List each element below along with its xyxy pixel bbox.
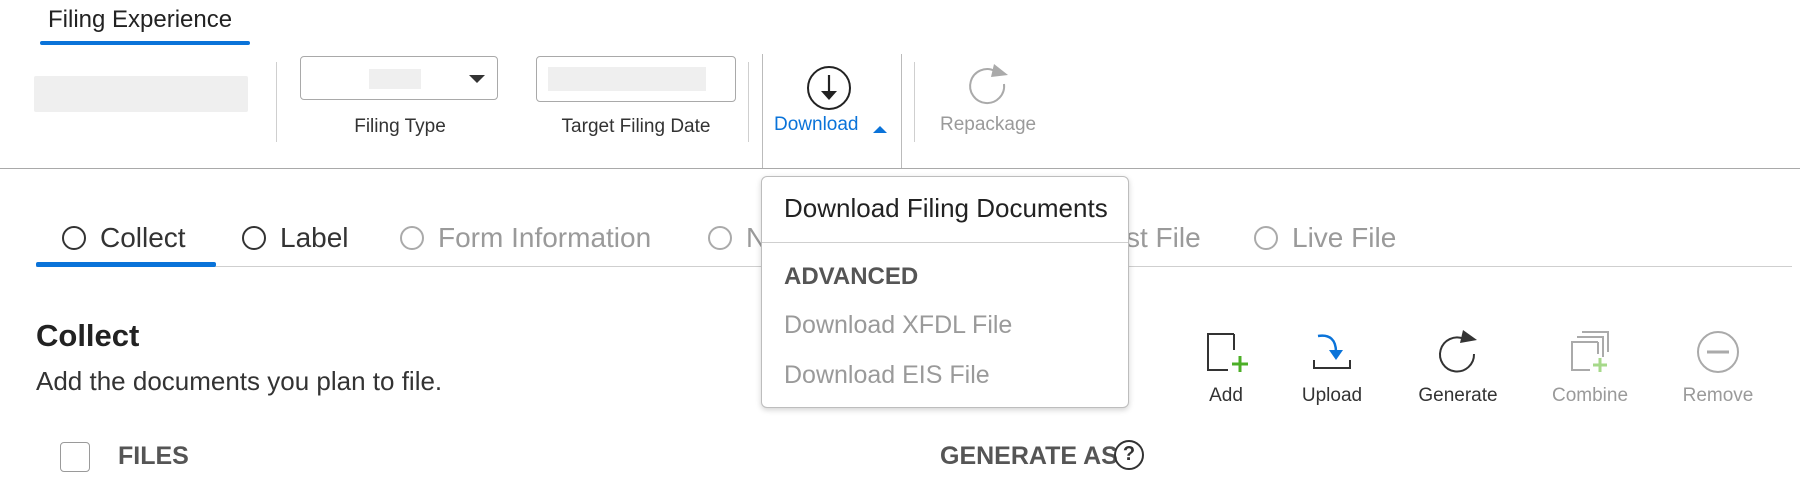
toolbar-bottom-border [0, 168, 1800, 169]
upload-icon [1313, 334, 1351, 369]
target-filing-date-field[interactable] [536, 56, 736, 102]
toolbar-divider [914, 62, 915, 142]
upload-button[interactable]: Upload [1282, 330, 1382, 410]
target-filing-date-label: Target Filing Date [561, 116, 711, 137]
filing-name-placeholder [34, 76, 248, 112]
download-icon [807, 66, 851, 110]
generate-button[interactable]: Generate [1408, 330, 1508, 410]
step-radio-icon [242, 226, 266, 250]
chevron-down-icon [469, 75, 485, 83]
menu-item-download-xfdl-file[interactable]: Download XFDL File [784, 311, 1012, 340]
combine-button[interactable]: Combine [1540, 330, 1640, 410]
menu-item-download-filing-documents[interactable]: Download Filing Documents [784, 193, 1108, 224]
target-filing-date-value-placeholder [548, 67, 706, 91]
app-tab-filing-experience[interactable]: Filing Experience [48, 6, 232, 34]
step-collect[interactable]: Collect [62, 222, 186, 254]
upload-label: Upload [1301, 385, 1363, 406]
generate-as-column-header: GENERATE AS [940, 442, 1118, 470]
step-label-step[interactable]: Label [242, 222, 349, 254]
menu-section-advanced: ADVANCED [784, 263, 919, 290]
step-label: st File [1126, 222, 1201, 253]
section-subtitle: Add the documents you plan to file. [36, 366, 443, 396]
menu-item-download-eis-file[interactable]: Download EIS File [784, 361, 990, 390]
step-label: Label [280, 222, 349, 253]
section-title: Collect [36, 318, 140, 353]
menu-divider [762, 242, 1128, 243]
combine-icon [1571, 331, 1609, 372]
download-label[interactable]: Download [774, 114, 859, 136]
filing-type-value-placeholder [369, 69, 421, 89]
repackage-icon [969, 64, 1008, 105]
generate-icon [1439, 330, 1477, 373]
step-n[interactable]: N [708, 222, 766, 254]
step-radio-icon [400, 226, 424, 250]
toolbar-divider [748, 62, 749, 142]
filing-type-label: Filing Type [354, 116, 446, 137]
toolbar-divider [276, 62, 277, 142]
remove-label: Remove [1682, 385, 1754, 406]
select-all-checkbox[interactable] [60, 442, 90, 472]
combine-label: Combine [1551, 385, 1629, 406]
help-icon[interactable]: ? [1114, 440, 1144, 470]
step-radio-icon [62, 226, 86, 250]
active-tab-indicator [40, 41, 250, 45]
add-icon [1207, 333, 1248, 372]
step-live-file[interactable]: Live File [1254, 222, 1396, 254]
step-label: Live File [1292, 222, 1397, 253]
remove-icon [1697, 331, 1739, 373]
generate-label: Generate [1418, 385, 1498, 406]
step-radio-icon [1254, 226, 1278, 250]
add-label: Add [1209, 385, 1243, 406]
step-label: Collect [100, 222, 186, 253]
repackage-button[interactable]: Repackage [940, 114, 1036, 136]
step-form-information[interactable]: Form Information [400, 222, 651, 254]
add-button[interactable]: Add [1176, 330, 1276, 410]
remove-button[interactable]: Remove [1668, 330, 1768, 410]
download-menu: Download Filing Documents ADVANCED Downl… [761, 176, 1129, 408]
step-label: Form Information [438, 222, 652, 253]
chevron-up-icon [873, 126, 887, 133]
files-column-header: FILES [118, 442, 189, 470]
step-radio-icon [708, 226, 732, 250]
active-step-indicator [36, 262, 216, 267]
step-test-file[interactable]: st File [1126, 222, 1201, 254]
filing-type-select[interactable] [300, 56, 498, 100]
